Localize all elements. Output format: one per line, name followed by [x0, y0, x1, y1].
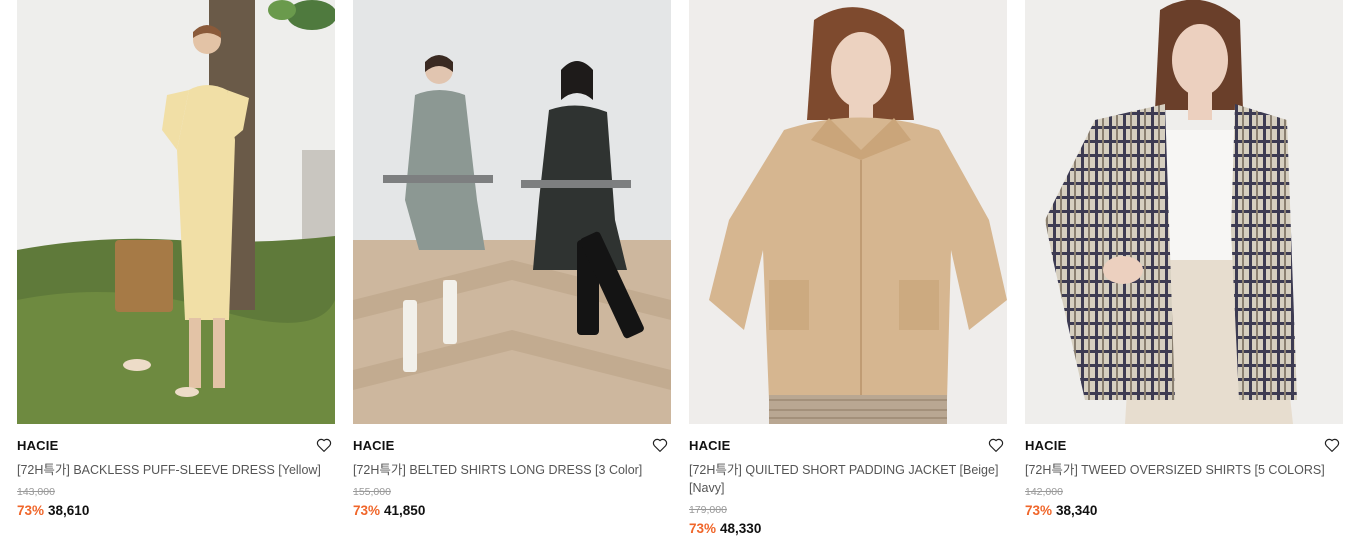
heart-outline-icon[interactable]	[651, 436, 669, 454]
discount-rate: 73%	[353, 503, 381, 518]
product-image-yellow-dress[interactable]	[17, 0, 335, 424]
product-title[interactable]: [72H특가] TWEED OVERSIZED SHIRTS [5 COLORS…	[1025, 461, 1343, 479]
product-card: HACIE [72H특가] TWEED OVERSIZED SHIRTS [5 …	[1025, 0, 1343, 519]
brand-row: HACIE	[17, 438, 335, 460]
product-grid: HACIE [72H특가] BACKLESS PUFF-SLEEVE DRESS…	[0, 0, 1346, 536]
sale-price: 38,610	[48, 503, 90, 518]
heart-outline-icon[interactable]	[1323, 436, 1341, 454]
product-image-tweed-shirts[interactable]	[1025, 0, 1343, 424]
brand-row: HACIE	[353, 438, 671, 460]
sale-price: 41,850	[384, 503, 426, 518]
product-card: HACIE [72H특가] QUILTED SHORT PADDING JACK…	[689, 0, 1007, 537]
brand-name[interactable]: HACIE	[689, 438, 1007, 454]
original-price: 179,000	[689, 504, 727, 516]
product-image-quilted-jacket[interactable]	[689, 0, 1007, 424]
sale-price: 38,340	[1056, 503, 1098, 518]
heart-outline-icon[interactable]	[315, 436, 333, 454]
brand-row: HACIE	[1025, 438, 1343, 460]
brand-name[interactable]: HACIE	[353, 438, 671, 454]
price-row: 73% 41,850	[353, 502, 671, 519]
discount-rate: 73%	[1025, 503, 1053, 518]
sale-price: 48,330	[720, 521, 762, 536]
price-row: 73% 48,330	[689, 520, 1007, 537]
product-card: HACIE [72H특가] BELTED SHIRTS LONG DRESS […	[353, 0, 671, 519]
discount-rate: 73%	[17, 503, 45, 518]
price-row: 73% 38,340	[1025, 502, 1343, 519]
price-row: 73% 38,610	[17, 502, 335, 519]
original-price: 143,000	[17, 486, 55, 498]
heart-outline-icon[interactable]	[987, 436, 1005, 454]
discount-rate: 73%	[689, 521, 717, 536]
brand-row: HACIE	[689, 438, 1007, 460]
product-card: HACIE [72H특가] BACKLESS PUFF-SLEEVE DRESS…	[17, 0, 335, 519]
brand-name[interactable]: HACIE	[1025, 438, 1343, 454]
product-image-belted-dress[interactable]	[353, 0, 671, 424]
product-title[interactable]: [72H특가] QUILTED SHORT PADDING JACKET [Be…	[689, 461, 1007, 497]
original-price: 155,000	[353, 486, 391, 498]
original-price: 142,000	[1025, 486, 1063, 498]
product-title[interactable]: [72H특가] BELTED SHIRTS LONG DRESS [3 Colo…	[353, 461, 671, 479]
brand-name[interactable]: HACIE	[17, 438, 335, 454]
product-title[interactable]: [72H특가] BACKLESS PUFF-SLEEVE DRESS [Yell…	[17, 461, 335, 479]
